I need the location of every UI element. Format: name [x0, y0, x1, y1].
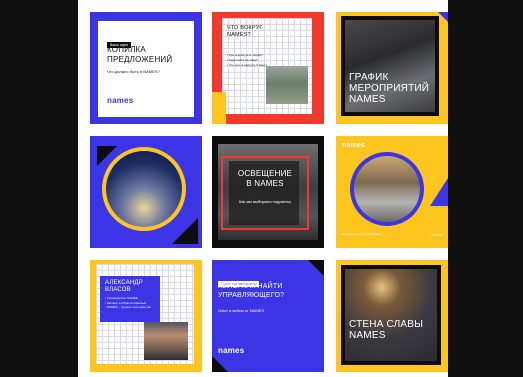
tile-events-schedule[interactable]: ГРАФИК МЕРОПРИЯТИЙ NAMES — [336, 12, 448, 124]
tile-lighting[interactable]: ОСВЕЩЕНИЕ В NAMES Как мы выбирали подсве… — [212, 136, 324, 248]
tile-title: ЧТО ВОКРУГ NAMES? — [227, 25, 263, 38]
tile-wall-of-fame[interactable]: СТЕНА СЛАВЫ NAMES — [336, 260, 448, 372]
circle-frame — [350, 152, 424, 226]
tile-title: АЛЕКСАНДР ВЛАСОВ — [105, 280, 143, 293]
tile-subtitle: Что должно быть в NAMES? — [107, 69, 160, 74]
yellow-accent — [212, 92, 226, 124]
corner-accent — [430, 178, 448, 206]
tile-title: ГРАФИК МЕРОПРИЯТИЙ NAMES — [349, 72, 430, 105]
office-interior-photo — [354, 156, 420, 222]
tile-title: СТЕНА СЛАВЫ NAMES — [349, 319, 424, 341]
text-box: АЛЕКСАНДР ВЛАСОВ • Руководитель NAMES • … — [100, 276, 160, 322]
bullet-item: • NAMES – лучшее пространство — [105, 305, 152, 309]
tile-title: КЕЙС: КАК НАЙТИ УПРАВЛЯЮЩЕГО? — [218, 283, 285, 299]
city-night-photo — [106, 151, 182, 227]
tile-subtitle: Как мы выбирали подсветку — [238, 199, 292, 204]
tile-proposals[interactable]: Ваше идеи КОПИЛКА ПРЕДЛОЖЕНИЙ Что должно… — [90, 12, 202, 124]
tile-caption: Оформление пространства — [342, 232, 381, 236]
tile-manager-case[interactable]: Полезные материалы КЕЙС: КАК НАЙТИ УПРАВ… — [212, 260, 324, 372]
names-logo: names — [218, 346, 245, 355]
tile-tag: NAMES — [431, 233, 442, 237]
grid-panel: Ваше идеи КОПИЛКА ПРЕДЛОЖЕНИЙ Что должно… — [78, 0, 448, 377]
tile-card: Ваше идеи КОПИЛКА ПРЕДЛОЖЕНИЙ Что должно… — [98, 21, 194, 117]
tile-person-profile[interactable]: АЛЕКСАНДР ВЛАСОВ • Руководитель NAMES • … — [90, 260, 202, 372]
tile-bullets: • Руководитель NAMES • Эксперт в области… — [105, 296, 159, 310]
text-box: ОСВЕЩЕНИЕ В NAMES Как мы выбирали подсве… — [229, 161, 299, 225]
circle-frame — [102, 147, 186, 231]
corner-accent — [308, 260, 324, 276]
tile-around-names[interactable]: ЧТО ВОКРУГ NAMES? • Где отдохнуть в горо… — [212, 12, 324, 124]
corner-accent — [212, 356, 228, 372]
tile-title: ОСВЕЩЕНИЕ В NAMES — [237, 169, 293, 188]
corner-accent — [438, 12, 448, 22]
tile-card: АЛЕКСАНДР ВЛАСОВ • Руководитель NAMES • … — [96, 264, 194, 364]
tile-title: КОПИЛКА ПРЕДЛОЖЕНИЙ — [107, 45, 173, 64]
person-photo — [144, 322, 188, 360]
tile-subtitle: Опыт и кейсы от NAMES — [218, 308, 264, 313]
city-photo — [266, 66, 308, 104]
tile-card: ЧТО ВОКРУГ NAMES? • Где отдохнуть в горо… — [222, 18, 312, 114]
names-logo: names — [342, 142, 366, 149]
page: Ваше идеи КОПИЛКА ПРЕДЛОЖЕНИЙ Что должно… — [0, 0, 523, 377]
tile-space-design[interactable]: names Оформление пространства NAMES — [336, 136, 448, 248]
wall-photo — [345, 269, 437, 361]
corner-accent — [172, 218, 198, 244]
tile-frame: ГРАФИК МЕРОПРИЯТИЙ NAMES — [341, 16, 439, 116]
tile-city-view[interactable] — [90, 136, 202, 248]
names-logo: names — [107, 96, 134, 105]
tile-frame: СТЕНА СЛАВЫ NAMES — [341, 265, 441, 365]
